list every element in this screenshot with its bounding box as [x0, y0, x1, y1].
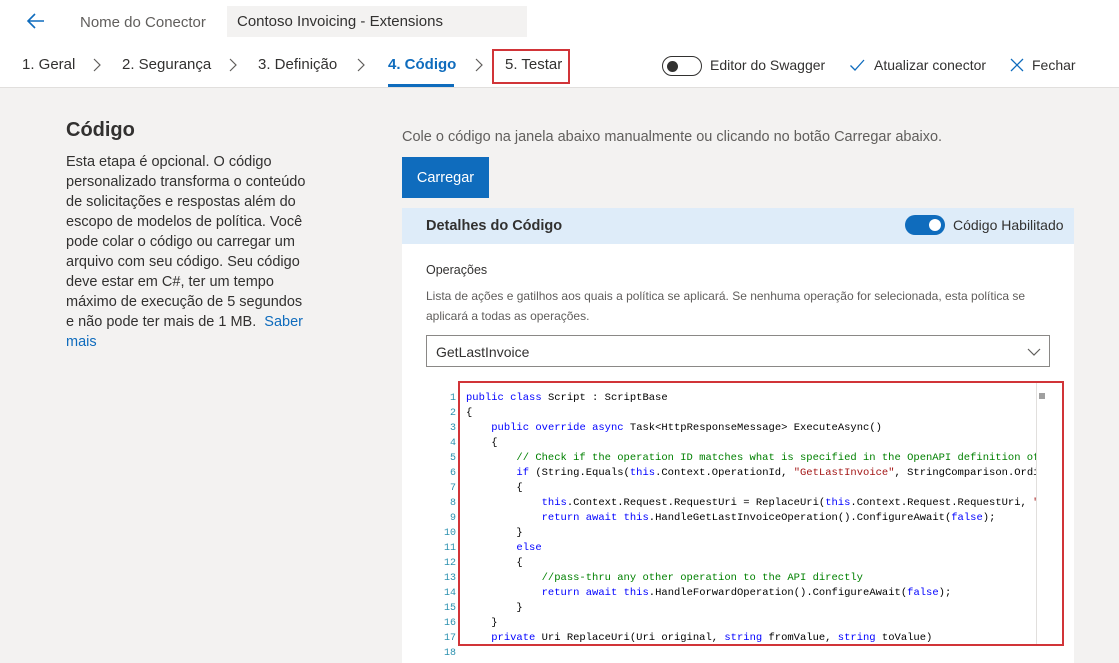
checkmark-icon: [850, 59, 865, 71]
line-number: 6: [449, 468, 456, 479]
steps-nav: 1. Geral 2. Segurança 3. Definição 4. Có…: [0, 44, 1119, 88]
code-editor[interactable]: public class Script : ScriptBase { publi…: [458, 381, 1064, 646]
line-number: 18: [443, 648, 456, 659]
panel-title: Detalhes do Código: [426, 218, 563, 234]
line-number: 3: [449, 423, 456, 434]
operations-selected-value: GetLastInvoice: [436, 344, 530, 360]
instruction-text: Cole o código na janela abaixo manualmen…: [402, 129, 943, 145]
operations-description: Lista de ações e gatilhos aos quais a po…: [426, 289, 1026, 323]
top-bar: Nome do Conector Contoso Invoicing - Ext…: [0, 0, 1119, 44]
toggle-knob: [929, 219, 941, 231]
tab-security[interactable]: 2. Segurança: [122, 56, 211, 73]
line-number: 4: [449, 438, 456, 449]
chevron-right-icon: [357, 58, 365, 72]
line-number: 11: [443, 543, 456, 554]
section-title: Código: [66, 119, 135, 141]
chevron-right-icon: [93, 58, 101, 72]
arrow-left-icon[interactable]: [24, 9, 48, 33]
upload-button[interactable]: Carregar: [402, 157, 489, 198]
line-number: 8: [449, 498, 456, 509]
operations-dropdown[interactable]: GetLastInvoice: [426, 335, 1050, 367]
connector-name-input[interactable]: Contoso Invoicing - Extensions: [227, 6, 527, 37]
code-content[interactable]: public class Script : ScriptBase { publi…: [466, 391, 1036, 644]
scrollbar-thumb[interactable]: [1039, 393, 1045, 399]
line-number: 13: [443, 573, 456, 584]
line-number: 1: [449, 393, 456, 404]
chevron-down-icon: [1027, 348, 1041, 356]
section-description: Esta etapa é opcional. O código personal…: [66, 152, 306, 352]
section-description-text: Esta etapa é opcional. O código personal…: [66, 154, 306, 330]
toggle-knob: [667, 60, 678, 72]
line-number: 5: [449, 453, 456, 464]
code-enabled-toggle[interactable]: [905, 215, 945, 235]
close-button[interactable]: Fechar: [1032, 57, 1076, 73]
line-number: 15: [443, 603, 456, 614]
connector-name-label: Nome do Conector: [80, 14, 206, 31]
chevron-right-icon: [229, 58, 237, 72]
tab-general[interactable]: 1. Geral: [22, 56, 75, 73]
editor-scrollbar[interactable]: [1036, 383, 1062, 644]
swagger-editor-toggle[interactable]: [662, 56, 702, 76]
active-tab-indicator: [388, 84, 454, 87]
update-connector-button[interactable]: Atualizar conector: [874, 57, 986, 73]
line-number: 2: [449, 408, 456, 419]
line-number: 16: [443, 618, 456, 629]
swagger-editor-label: Editor do Swagger: [710, 57, 826, 73]
line-number: 10: [443, 528, 456, 539]
line-number: 12: [443, 558, 456, 569]
operations-label: Operações: [426, 263, 488, 277]
code-enabled-label: Código Habilitado: [953, 217, 1064, 233]
line-number: 14: [443, 588, 456, 599]
line-number: 7: [449, 483, 456, 494]
close-icon: [1010, 58, 1024, 72]
tab-test[interactable]: 5. Testar: [505, 56, 562, 73]
line-number: 9: [449, 513, 456, 524]
tab-code[interactable]: 4. Código: [388, 56, 456, 73]
panel-header: Detalhes do Código Código Habilitado: [402, 208, 1074, 244]
line-numbers: 1 2 3 4 5 6 7 8 9 10 11 12 13 14 15 16 1…: [420, 391, 456, 661]
line-number: 17: [443, 633, 456, 644]
chevron-right-icon: [475, 58, 483, 72]
tab-definition[interactable]: 3. Definição: [258, 56, 337, 73]
